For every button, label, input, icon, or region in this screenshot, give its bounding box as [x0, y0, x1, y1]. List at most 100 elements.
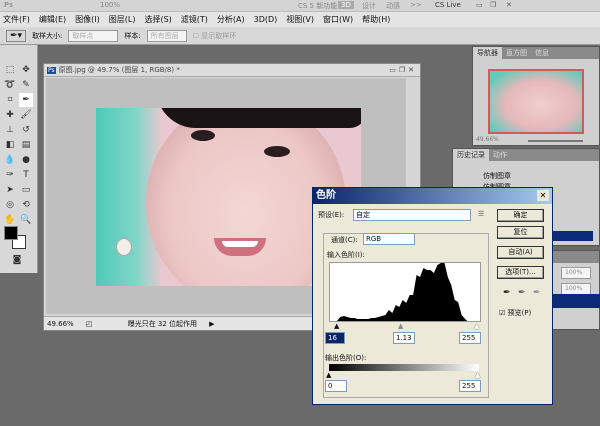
lasso-tool-icon[interactable]: ➰ — [3, 78, 17, 92]
zoom-tool-icon[interactable]: 🔍 — [19, 213, 33, 227]
ps-logo: Ps — [4, 1, 14, 9]
quick-mask-icon[interactable]: ◙ — [10, 253, 24, 267]
levels-dialog: 色阶 ✕ 预设(E): 自定 ☰ 确定 复位 自动(A) 选项(T)... ✒ … — [312, 187, 553, 405]
input-white-slider[interactable]: ▲ — [474, 322, 479, 330]
output-white-field[interactable]: 255 — [459, 380, 481, 392]
document-title-bar[interactable]: Ps 原图.jpg @ 49.7% (图层 1, RGB/8) * ▭❐✕ — [44, 64, 420, 77]
ps-document-icon: Ps — [47, 66, 56, 74]
menu-analysis[interactable]: 分析(A) — [217, 14, 245, 25]
preset-label: 预设(E): — [318, 211, 345, 219]
foreground-color-swatch[interactable] — [4, 226, 18, 240]
input-gamma-field[interactable]: 1.13 — [393, 332, 415, 344]
minimize-button[interactable]: ▭ — [476, 1, 483, 9]
history-brush-icon[interactable]: ↺ — [19, 123, 33, 137]
auto-button[interactable]: 自动(A) — [497, 246, 544, 259]
more-workspaces[interactable]: >> — [410, 1, 422, 9]
close-button[interactable]: ✕ — [506, 1, 512, 9]
sample-size-label: 取样大小: — [32, 31, 63, 40]
type-tool-icon[interactable]: T — [19, 168, 33, 182]
menu-file[interactable]: 文件(F) — [3, 14, 30, 25]
history-selected-item[interactable] — [553, 231, 593, 241]
options-button[interactable]: 选项(T)... — [497, 266, 544, 279]
blur-tool-icon[interactable]: 💧 — [3, 153, 17, 167]
window-controls[interactable]: ▭❐✕ — [389, 66, 417, 74]
tab-navigator[interactable]: 导航器 — [473, 47, 502, 59]
workspace-design[interactable]: 设计 — [362, 1, 376, 11]
output-black-field[interactable]: 0 — [325, 380, 347, 392]
layer-opacity[interactable]: 100% — [561, 267, 591, 279]
ok-button[interactable]: 确定 — [497, 209, 544, 222]
eyedropper-tool-preset[interactable]: ✒▾ — [6, 29, 27, 42]
healing-tool-icon[interactable]: ✚ — [3, 108, 17, 122]
input-gamma-slider[interactable]: ▲ — [398, 322, 403, 330]
tab-histogram[interactable]: 直方图 — [502, 47, 531, 59]
menu-edit[interactable]: 编辑(E) — [39, 14, 66, 25]
pen-tool-icon[interactable]: ✑ — [3, 168, 17, 182]
input-black-slider[interactable]: ▲ — [334, 322, 339, 330]
sample-select[interactable]: 所有图层 — [146, 29, 187, 42]
path-select-icon[interactable]: ➤ — [3, 183, 17, 197]
3d-orbit-icon[interactable]: ⟲ — [19, 198, 33, 212]
menu-view[interactable]: 视图(V) — [286, 14, 314, 25]
application-bar: Ps 100% CS 5 新功能 3D 设计 动感 >> CS Live ▭ ❐… — [0, 0, 600, 12]
quick-select-icon[interactable]: ✎ — [19, 78, 33, 92]
hand-tool-icon[interactable]: ✋ — [3, 213, 17, 227]
navigator-panel: 导航器 直方图 信息 49.66% — [472, 46, 600, 146]
workspace-motion[interactable]: 动感 — [386, 1, 400, 11]
eraser-tool-icon[interactable]: ◧ — [3, 138, 17, 152]
sample-size-select[interactable]: 取样点 — [68, 29, 119, 42]
channel-select[interactable]: RGB — [363, 233, 415, 245]
brush-tool-icon[interactable]: 🖌 — [19, 108, 33, 122]
status-menu-arrow[interactable]: ▶ — [209, 320, 214, 328]
history-item[interactable]: 仿制图章 — [483, 171, 511, 181]
marquee-tool-icon[interactable]: ⬚ — [3, 63, 17, 77]
navigator-zoom-slider[interactable] — [528, 140, 583, 142]
menu-filter[interactable]: 滤镜(T) — [181, 14, 208, 25]
document-title: 原图.jpg @ 49.7% (图层 1, RGB/8) * — [58, 66, 180, 74]
preset-options-icon[interactable]: ☰ — [478, 210, 484, 218]
tab-actions[interactable]: 动作 — [489, 149, 511, 161]
preview-label: 预览(P) — [507, 309, 532, 317]
crop-tool-icon[interactable]: ⌗ — [3, 93, 17, 107]
menu-bar: 文件(F) 编辑(E) 图像(I) 图层(L) 选择(S) 滤镜(T) 分析(A… — [0, 12, 600, 27]
cs-live-button[interactable]: CS Live — [435, 1, 461, 9]
gradient-tool-icon[interactable]: ▤ — [19, 138, 33, 152]
close-icon[interactable]: ✕ — [537, 190, 549, 201]
menu-window[interactable]: 窗口(W) — [323, 14, 353, 25]
zoom-level[interactable]: 49.66% — [47, 320, 74, 328]
white-eyedropper-icon[interactable]: ✒ — [533, 288, 541, 298]
histogram-shape — [336, 263, 468, 321]
levels-title-bar[interactable]: 色阶 ✕ — [313, 188, 552, 204]
reset-button[interactable]: 复位 — [497, 226, 544, 239]
menu-select[interactable]: 选择(S) — [144, 14, 171, 25]
selected-layer[interactable] — [553, 294, 600, 308]
dodge-tool-icon[interactable]: ● — [19, 153, 33, 167]
workspace-3d[interactable]: 3D — [338, 1, 354, 9]
restore-button[interactable]: ❐ — [490, 1, 496, 9]
stamp-tool-icon[interactable]: ⊥ — [3, 123, 17, 137]
eyedropper-tool-icon[interactable]: ✒ — [19, 93, 33, 107]
workspace-cs5[interactable]: CS 5 新功能 — [298, 1, 337, 11]
tab-history[interactable]: 历史记录 — [453, 149, 489, 161]
menu-layer[interactable]: 图层(L) — [109, 14, 136, 25]
move-tool-icon[interactable]: ✥ — [19, 63, 33, 77]
input-black-field[interactable]: 16 — [325, 332, 345, 344]
zoom-select[interactable]: 100% — [100, 1, 120, 9]
menu-3d[interactable]: 3D(D) — [254, 15, 278, 24]
menu-image[interactable]: 图像(I) — [75, 14, 100, 25]
navigator-zoom[interactable]: 49.66% — [476, 136, 499, 143]
preview-checkbox[interactable]: ☑ 预览(P) — [499, 308, 531, 318]
3d-rotate-icon[interactable]: ◎ — [3, 198, 17, 212]
output-black-slider[interactable]: ▲ — [326, 371, 331, 379]
show-sampling-ring-checkbox[interactable]: ☐ 显示取样环 — [193, 31, 237, 41]
menu-help[interactable]: 帮助(H) — [362, 14, 390, 25]
shape-tool-icon[interactable]: ▭ — [19, 183, 33, 197]
black-eyedropper-icon[interactable]: ✒ — [503, 288, 511, 298]
navigator-preview[interactable] — [488, 69, 584, 134]
output-white-slider[interactable]: ▲ — [475, 371, 480, 379]
preset-select[interactable]: 自定 — [353, 209, 471, 221]
tab-info[interactable]: 信息 — [531, 47, 553, 59]
output-levels-label: 输出色阶(O): — [325, 354, 367, 362]
gray-eyedropper-icon[interactable]: ✒ — [518, 288, 526, 298]
input-white-field[interactable]: 255 — [459, 332, 481, 344]
